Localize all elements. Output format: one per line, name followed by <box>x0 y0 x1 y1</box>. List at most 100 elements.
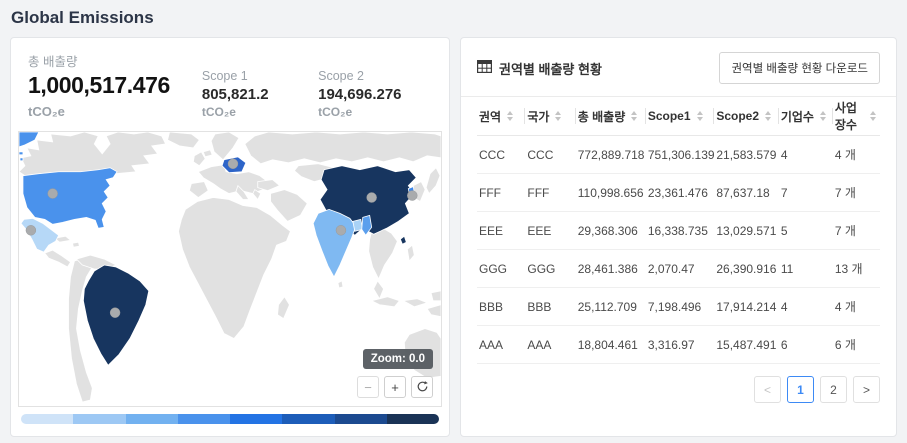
table-row[interactable]: EEEEEE29,368.30616,338.73513,029.57157 개 <box>477 212 880 250</box>
cell-country: BBB <box>525 288 575 326</box>
cell-total: 29,368.306 <box>576 212 646 250</box>
cell-country: CCC <box>525 136 575 174</box>
cell-scope1: 23,361.476 <box>646 174 715 212</box>
cell-country: AAA <box>525 326 575 364</box>
column-header-companies[interactable]: 기업수 <box>779 97 833 136</box>
legend-segment <box>21 414 73 424</box>
sort-icon[interactable] <box>555 111 561 121</box>
cell-companies: 4 <box>779 288 833 326</box>
scope1-value: 805,821.2 tCO₂e <box>202 87 300 120</box>
sort-icon[interactable] <box>631 111 637 121</box>
cell-scope2: 13,029.571 <box>714 212 778 250</box>
regional-panel-title: 권역별 배출량 현황 <box>499 59 602 78</box>
map-marker[interactable] <box>336 225 346 235</box>
table-icon <box>477 60 492 76</box>
page-title: Global Emissions <box>11 8 897 28</box>
column-header-total[interactable]: 총 배출량 <box>576 97 646 136</box>
cell-region: BBB <box>477 288 525 326</box>
cell-total: 772,889.718 <box>576 136 646 174</box>
zoom-reset-button[interactable] <box>411 376 433 398</box>
map-region-borneo <box>431 291 441 301</box>
cell-companies: 7 <box>779 174 833 212</box>
legend-segment <box>387 414 439 424</box>
cell-sites: 4 개 <box>833 288 880 326</box>
total-emissions-unit: tCO₂e <box>28 104 65 119</box>
panels-row: 총 배출량 1,000,517.476 tCO₂e Scope 1 805,82… <box>10 37 897 437</box>
pagination: < 1 2 > <box>477 376 880 403</box>
scope2-unit: tCO₂e <box>318 105 352 119</box>
cell-region: GGG <box>477 250 525 288</box>
table-row[interactable]: FFFFFF110,998.65623,361.47687,637.1877 개 <box>477 174 880 212</box>
sort-icon[interactable] <box>765 111 771 121</box>
table-row[interactable]: BBBBBB25,112.7097,198.49617,914.21444 개 <box>477 288 880 326</box>
cell-companies: 4 <box>779 136 833 174</box>
cell-country: GGG <box>525 250 575 288</box>
map-region-hispaniola <box>72 242 79 247</box>
column-header-scope2[interactable]: Scope2 <box>714 97 778 136</box>
cell-scope1: 16,338.735 <box>646 212 715 250</box>
scope2-group: Scope 2 194,696.276 tCO₂e <box>318 69 432 120</box>
map-marker[interactable] <box>110 308 120 318</box>
cell-companies: 5 <box>779 212 833 250</box>
sort-icon[interactable] <box>820 111 826 121</box>
cell-total: 25,112.709 <box>576 288 646 326</box>
cell-sites: 7 개 <box>833 174 880 212</box>
cell-region: EEE <box>477 212 525 250</box>
column-header-country[interactable]: 국가 <box>525 97 575 136</box>
scope-summary-group: Scope 1 805,821.2 tCO₂e Scope 2 194,696.… <box>202 69 432 120</box>
map-marker[interactable] <box>407 191 417 201</box>
regional-emissions-panel: 권역별 배출량 현황 권역별 배출량 현황 다운로드 권역 국가 총 배출량 S… <box>460 37 897 437</box>
download-button[interactable]: 권역별 배출량 현황 다운로드 <box>719 52 880 84</box>
map-marker[interactable] <box>228 159 238 169</box>
map-zoom-controls: − + <box>357 376 433 398</box>
cell-sites: 4 개 <box>833 136 880 174</box>
zoom-in-button[interactable]: + <box>384 376 406 398</box>
world-choropleth-map[interactable]: Zoom: 0.0 − + <box>18 131 442 407</box>
cell-sites: 13 개 <box>833 250 880 288</box>
map-marker[interactable] <box>48 189 58 199</box>
regional-panel-header: 권역별 배출량 현황 권역별 배출량 현황 다운로드 <box>461 50 896 97</box>
cell-total: 18,804.461 <box>576 326 646 364</box>
column-header-sites[interactable]: 사업장수 <box>833 97 880 136</box>
map-marker[interactable] <box>367 193 377 203</box>
pagination-page-1[interactable]: 1 <box>787 376 814 403</box>
table-row[interactable]: CCCCCC772,889.718751,306.13921,583.57944… <box>477 136 880 174</box>
regional-panel-title-group: 권역별 배출량 현황 <box>477 59 602 78</box>
legend-segment <box>73 414 125 424</box>
regional-emissions-table: 권역 국가 총 배출량 Scope1 Scope2 기업수 사업장수 CCCCC… <box>477 97 880 364</box>
total-emissions-label: 총 배출량 <box>28 51 202 70</box>
scope1-unit: tCO₂e <box>202 105 236 119</box>
map-marker[interactable] <box>26 225 36 235</box>
cell-region: CCC <box>477 136 525 174</box>
pagination-page-2[interactable]: 2 <box>820 376 847 403</box>
reset-icon <box>416 380 429 395</box>
emissions-summary: 총 배출량 1,000,517.476 tCO₂e Scope 1 805,82… <box>18 51 442 120</box>
legend-segment <box>282 414 334 424</box>
global-emissions-map-panel: 총 배출량 1,000,517.476 tCO₂e Scope 1 805,82… <box>10 37 450 437</box>
legend-segment <box>126 414 178 424</box>
total-emissions-group: 총 배출량 1,000,517.476 tCO₂e <box>28 51 202 120</box>
map-country-bangladesh[interactable] <box>353 219 363 231</box>
cell-companies: 11 <box>779 250 833 288</box>
column-header-region[interactable]: 권역 <box>477 97 525 136</box>
table-header-row: 권역 국가 총 배출량 Scope1 Scope2 기업수 사업장수 <box>477 97 880 136</box>
pagination-prev-button[interactable]: < <box>754 376 781 403</box>
sort-icon[interactable] <box>507 111 513 121</box>
dashboard-page: Global Emissions 총 배출량 1,000,517.476 tCO… <box>0 0 907 443</box>
legend-segment <box>335 414 387 424</box>
cell-scope1: 3,316.97 <box>646 326 715 364</box>
table-row[interactable]: AAAAAA18,804.4613,316.9715,487.49166 개 <box>477 326 880 364</box>
map-region-russia <box>245 132 441 164</box>
sort-icon[interactable] <box>870 111 876 121</box>
cell-scope2: 15,487.491 <box>714 326 778 364</box>
table-row[interactable]: GGGGGG28,461.3862,070.4726,390.9161113 개 <box>477 250 880 288</box>
zoom-out-button[interactable]: − <box>357 376 379 398</box>
cell-country: EEE <box>525 212 575 250</box>
sort-icon[interactable] <box>697 111 703 121</box>
scope1-group: Scope 1 805,821.2 tCO₂e <box>202 69 300 120</box>
column-header-scope1[interactable]: Scope1 <box>646 97 715 136</box>
cell-companies: 6 <box>779 326 833 364</box>
zoom-level-tooltip: Zoom: 0.0 <box>363 349 433 369</box>
pagination-next-button[interactable]: > <box>853 376 880 403</box>
cell-region: FFF <box>477 174 525 212</box>
